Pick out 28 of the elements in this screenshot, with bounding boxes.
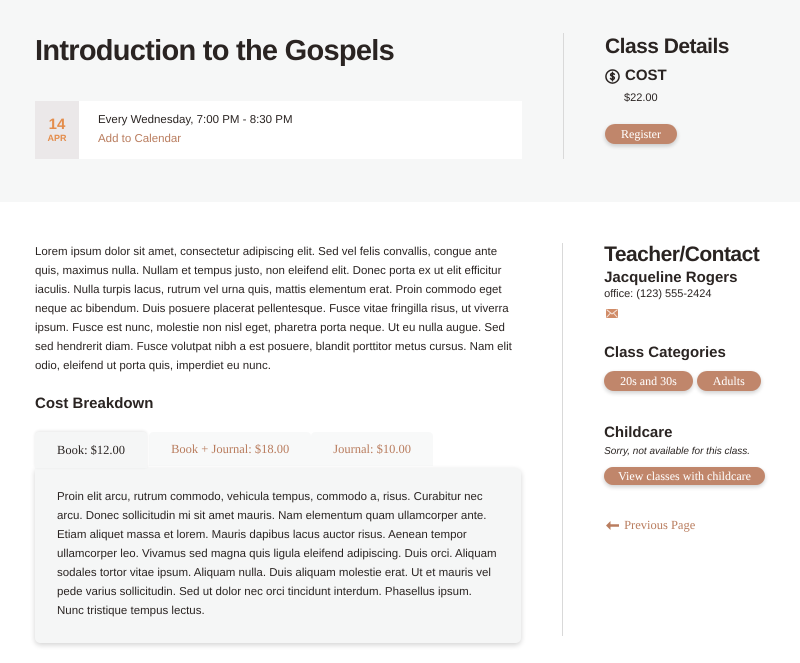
event-schedule: Every Wednesday, 7:00 PM - 8:30 PM — [98, 113, 293, 128]
childcare-button[interactable]: View classes with childcare — [604, 467, 765, 485]
price-tab[interactable]: Book + Journal: $18.00 — [149, 432, 312, 466]
page-title: Introduction to the Gospels — [35, 34, 394, 69]
class-description: Lorem ipsum dolor sit amet, consectetur adipiscing elit. Sed vel felis convallis, congue ante quis, maximus nulla. Nullam et tempus justo, non eleifend elit. Donec porta ex ut elit efficitur iaculis. Nulla turpis lacus, rutrum vel urna quis, mattis elementum erat. Proin commodo eget neque ac bibendum. Duis posuere placerat pellentesque. Fusce vitae fringilla risus, ut viverra ipsum. Fusce est nunc, molestie non nisl eget, pharetra porta neque. Ut eu nulla augue. Sed sed hendrerit diam. Fusce volutpat nibh a est posuere, blandit porttitor metus cursus. Nam elit odio, eleifend ut porta quis, imperdiet eu nunc. — [35, 245, 513, 374]
office-phone: office: (123) 555-2424 — [604, 287, 712, 302]
tab-panel-text: Proin elit arcu, rutrum commodo, vehicula tempus, commodo a, risus. Curabitur nec arcu. Donec sollicitudin mi sit amet mauris. Nam elementum quam ullamcorper ante. Etiam aliquet massa et lorem. Mauris dapibus lacus auctor risus. Aenean tempor ullamcorper leo. Vivamus sed magna quis ligula eleifend adipiscing. Duis orci. Aliquam sodales tortor vitae ipsum. Aliquam nulla. Duis aliquam molestie erat. Ut et mauris vel pede varius sollicitudin. Sed ut dolor nec orci tincidunt interdum. Phasellus ipsum. Nunc tristique tempus lectus. — [57, 490, 498, 619]
category-tag[interactable]: 20s and 30s — [604, 371, 693, 391]
previous-page-link[interactable]: Previous Page — [606, 517, 696, 533]
price-tab[interactable]: Book: $12.00 — [35, 432, 148, 468]
add-to-calendar-link[interactable]: Add to Calendar — [98, 132, 182, 147]
childcare-note: Sorry, not available for this class. — [604, 445, 750, 459]
teacher-name: Jacqueline Rogers — [604, 268, 738, 287]
class-details-heading: Class Details — [605, 34, 729, 60]
cost-value: $22.00 — [624, 91, 658, 105]
date-day: 14 — [48, 116, 66, 132]
date-month: APR — [47, 132, 66, 144]
teacher-contact-heading: Teacher/Contact — [604, 243, 760, 267]
cost-label: COST — [625, 67, 667, 85]
price-tab[interactable]: Journal: $10.00 — [311, 432, 434, 466]
dollar-icon — [605, 68, 620, 84]
cost-breakdown-heading: Cost Breakdown — [35, 394, 154, 414]
childcare-heading: Childcare — [604, 423, 672, 443]
email-icon[interactable] — [606, 309, 618, 318]
arrow-left-icon — [606, 520, 620, 530]
register-button[interactable]: Register — [605, 124, 677, 144]
category-tag[interactable]: Adults — [696, 371, 761, 391]
class-categories-heading: Class Categories — [604, 343, 726, 363]
